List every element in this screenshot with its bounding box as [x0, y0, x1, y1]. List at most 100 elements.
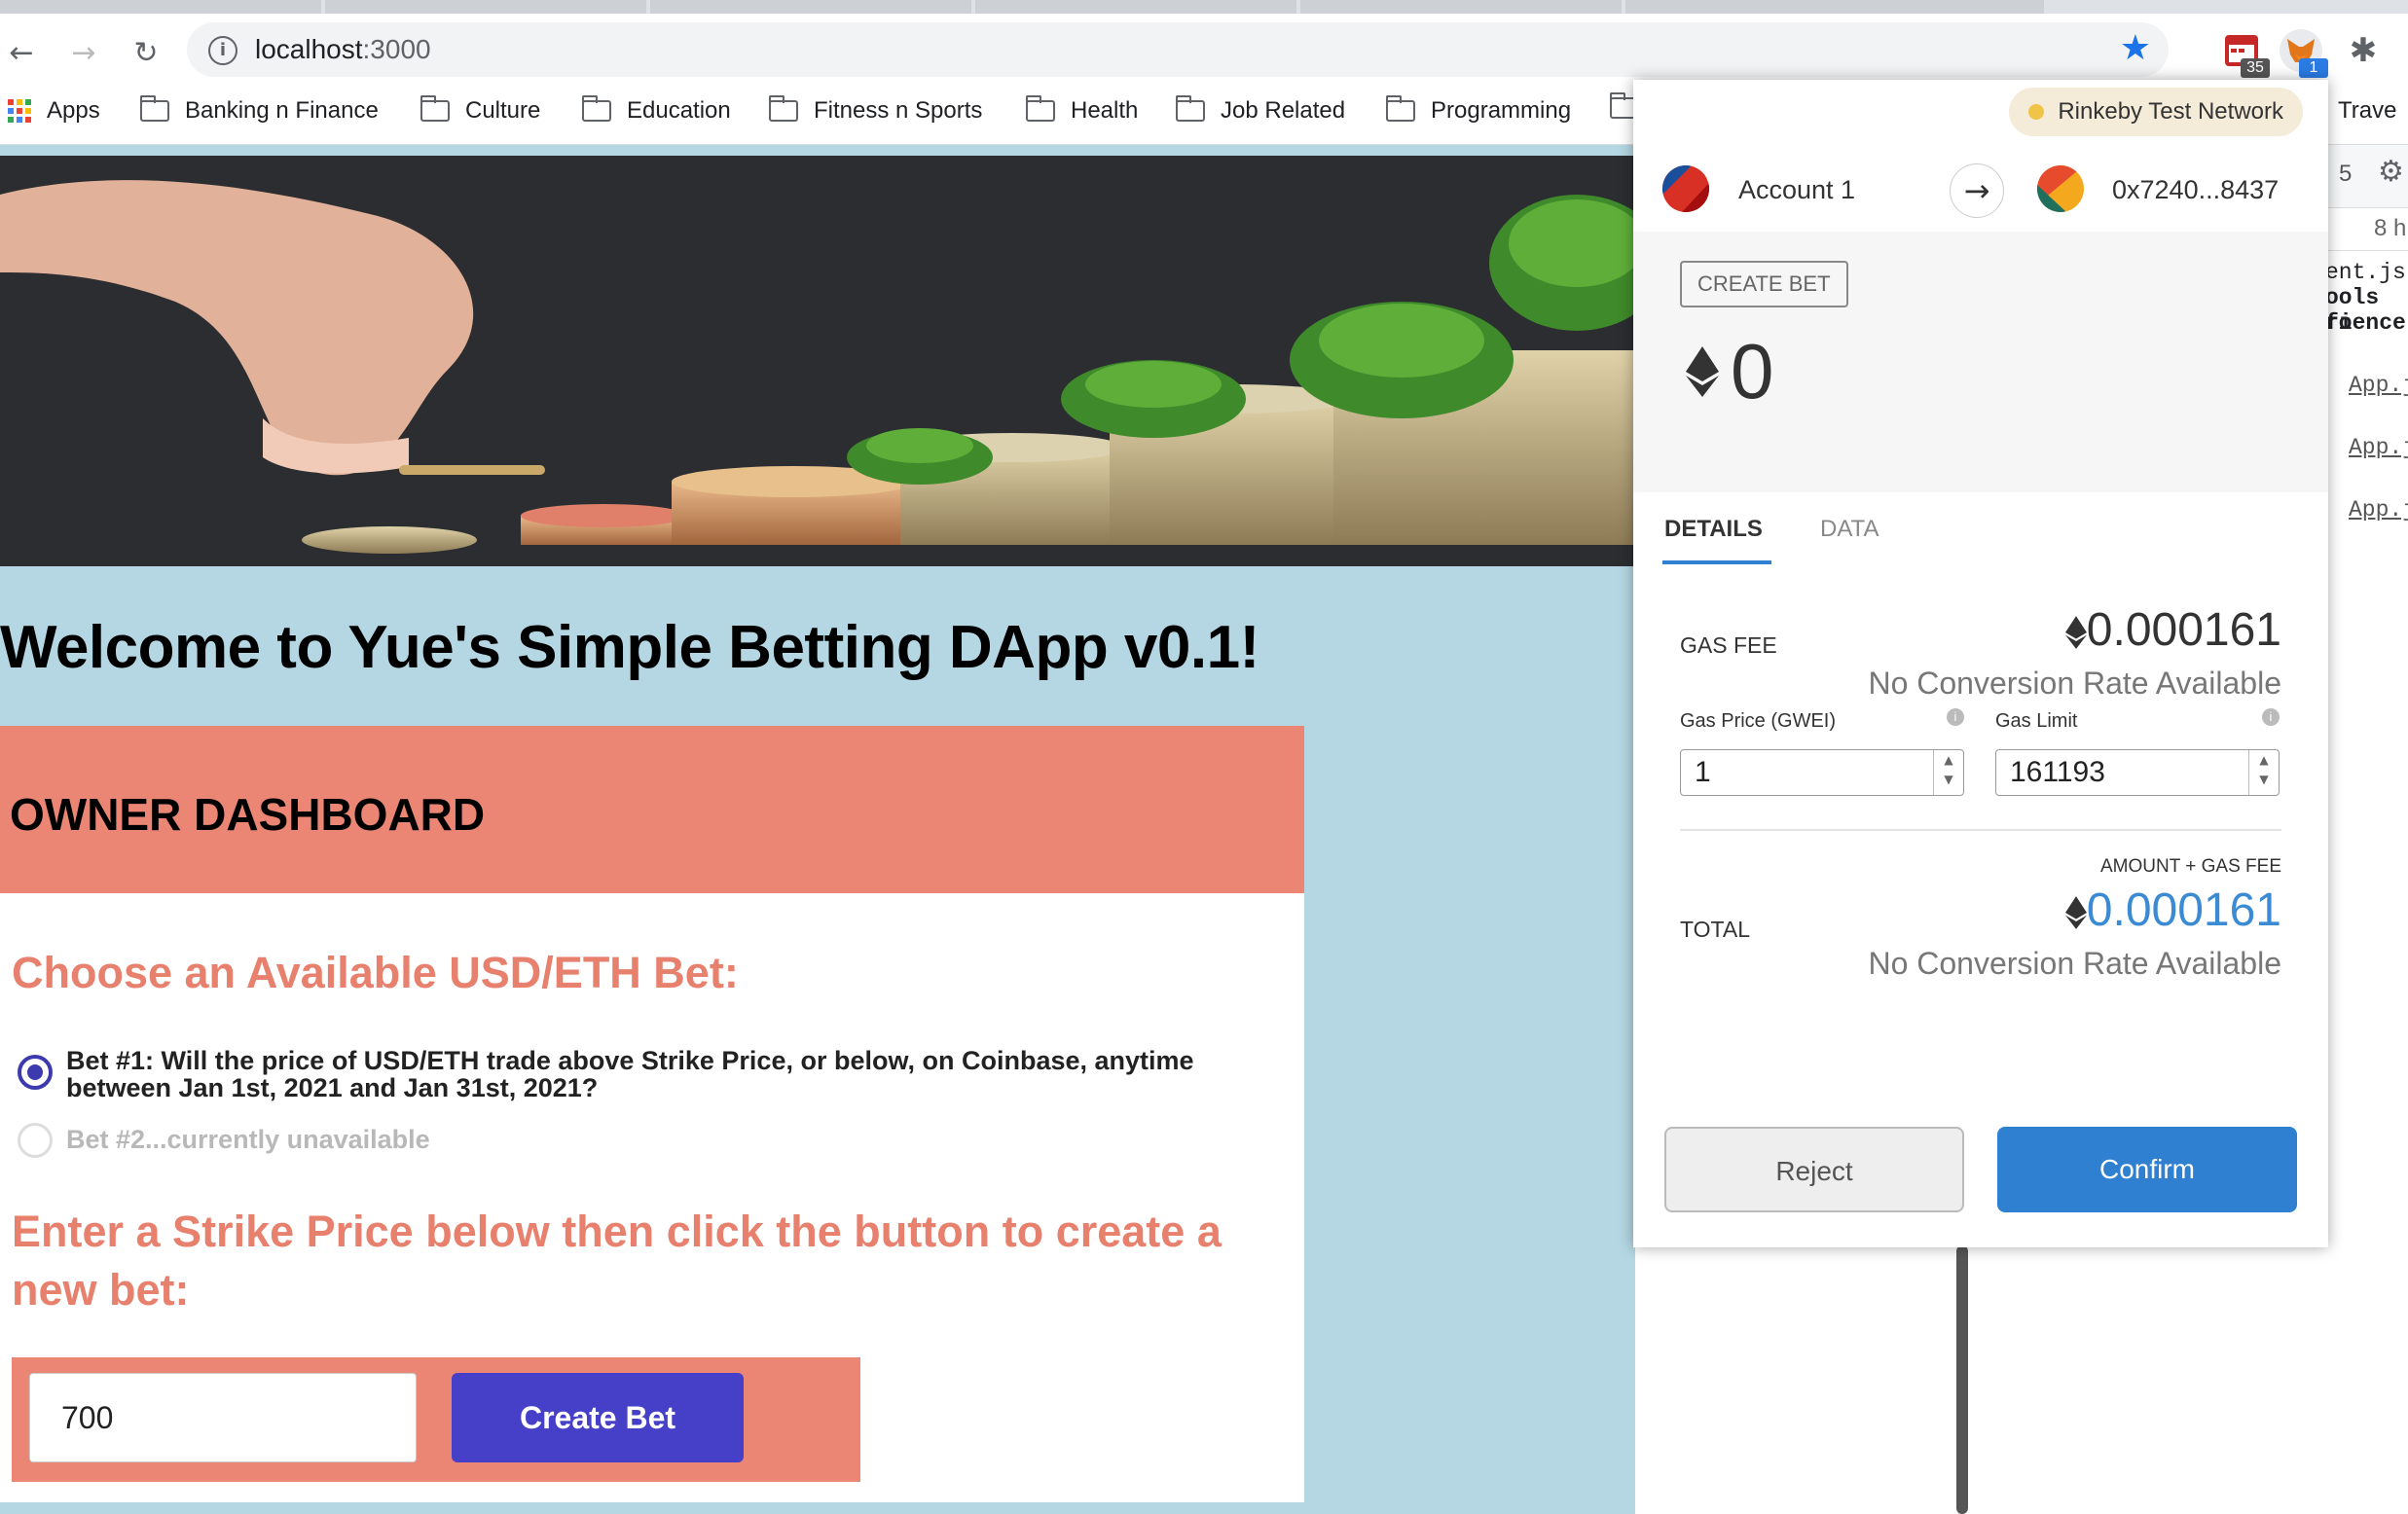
- tab[interactable]: [650, 0, 971, 14]
- console-line: ent.js:: [2325, 260, 2408, 285]
- gas-fee-conversion: No Conversion Rate Available: [1868, 666, 2281, 701]
- bookmark-folder[interactable]: Health: [1026, 95, 1138, 125]
- ethereum-icon: [1686, 346, 1719, 397]
- transaction-summary: CREATE BET 0: [1633, 232, 2328, 492]
- tab-strip: [0, 0, 2408, 14]
- console-source-link[interactable]: App.j: [2349, 497, 2408, 523]
- strike-price-input[interactable]: 700: [29, 1373, 417, 1462]
- from-account[interactable]: Account 1: [1738, 175, 1855, 205]
- info-icon[interactable]: i: [1947, 708, 1964, 726]
- metamask-header: Rinkeby Test Network: [1633, 80, 2328, 146]
- bet1-line: Bet #1: Will the price of USD/ETH trade …: [66, 1046, 1194, 1075]
- method-tag: CREATE BET: [1680, 261, 1848, 307]
- folder-icon: [769, 95, 798, 122]
- network-dot-icon: [2028, 104, 2045, 120]
- reload-icon: ↻: [133, 35, 159, 70]
- info-icon[interactable]: i: [2262, 708, 2280, 726]
- gas-price-value: 1: [1695, 756, 1711, 788]
- bet1-label[interactable]: Bet #1: Will the price of USD/ETH trade …: [66, 1047, 1194, 1101]
- gas-price-input[interactable]: 1 ▲ ▼: [1680, 749, 1964, 796]
- gas-price-label: Gas Price (GWEI): [1680, 710, 1837, 732]
- transaction-amount: 0: [1731, 328, 1774, 415]
- hero-image: [0, 156, 1635, 566]
- stepper-icon[interactable]: ▲ ▼: [2248, 750, 2279, 795]
- bookmark-label: Programming: [1431, 97, 1572, 124]
- to-address[interactable]: 0x7240...8437: [2112, 175, 2279, 205]
- devtools-count: 5: [2339, 161, 2353, 187]
- console-line: rience:: [2325, 310, 2408, 336]
- metamask-popup: Rinkeby Test Network Account 1 → 0x7240.…: [1633, 80, 2328, 1247]
- scrollbar-thumb[interactable]: [1956, 1245, 1968, 1514]
- address-bar[interactable]: i localhost:3000 ★: [187, 22, 2169, 77]
- info-icon[interactable]: i: [208, 36, 237, 65]
- tab[interactable]: [325, 0, 646, 14]
- tab[interactable]: [0, 0, 321, 14]
- network-selector[interactable]: Rinkeby Test Network: [2009, 88, 2303, 136]
- tab[interactable]: [1625, 0, 2044, 14]
- stepper-icon[interactable]: ▲ ▼: [1933, 750, 1963, 795]
- divider: [1680, 829, 2281, 831]
- gas-limit-input[interactable]: 161193 ▲ ▼: [1995, 749, 2280, 796]
- folder-icon: [420, 95, 450, 122]
- bookmark-label: Apps: [47, 97, 100, 124]
- console-source-link[interactable]: App.j: [2349, 373, 2408, 398]
- forward-button[interactable]: →: [64, 33, 103, 72]
- amount-gas-caption: AMOUNT + GAS FEE: [2100, 856, 2281, 877]
- folder-icon: [140, 95, 169, 122]
- bookmark-folder[interactable]: Trave: [2338, 97, 2396, 125]
- total-value: 0.000161: [2064, 883, 2281, 937]
- devtools-time: 8 h: [2374, 215, 2407, 241]
- account-row: Account 1 → 0x7240...8437: [1633, 146, 2328, 233]
- bookmark-label: Job Related: [1221, 97, 1346, 124]
- ethereum-icon: [2064, 896, 2087, 930]
- bookmark-star-icon[interactable]: ★: [2120, 28, 2151, 68]
- bookmark-folder[interactable]: Programming: [1386, 95, 1572, 125]
- bookmark-folder[interactable]: Fitness n Sports: [769, 95, 982, 125]
- reload-button[interactable]: ↻: [127, 33, 165, 72]
- metamask-tabs: DETAILS DATA: [1633, 492, 2328, 565]
- gas-fee-amount: 0.000161: [2086, 604, 2281, 656]
- folder-icon: [1386, 95, 1415, 122]
- folder-icon: [1026, 95, 1055, 122]
- dashboard-title: OWNER DASHBOARD: [10, 789, 486, 840]
- metamask-badge: 1: [2299, 58, 2328, 78]
- page-title: Welcome to Yue's Simple Betting DApp v0.…: [0, 614, 1259, 681]
- tab[interactable]: [1300, 0, 1622, 14]
- ethereum-icon: [2064, 616, 2087, 650]
- arrow-left-icon: ←: [9, 35, 34, 70]
- bookmark-folder[interactable]: Job Related: [1176, 95, 1346, 125]
- gas-fee-label: GAS FEE: [1680, 632, 1777, 658]
- folder-icon: [1176, 95, 1205, 122]
- heading-line: new bet:: [12, 1265, 190, 1315]
- choose-bet-heading: Choose an Available USD/ETH Bet:: [12, 948, 739, 997]
- coins-plants-illustration: [0, 180, 1635, 554]
- calendar-extension[interactable]: 35: [2221, 29, 2270, 78]
- reject-button[interactable]: Reject: [1664, 1127, 1964, 1212]
- bookmark-folder[interactable]: Culture: [420, 95, 540, 125]
- gas-limit-value: 161193: [2010, 756, 2105, 788]
- dashboard-header: OWNER DASHBOARD: [0, 726, 1304, 893]
- apps-grid-icon: [8, 99, 31, 123]
- bookmark-folder[interactable]: Banking n Finance: [140, 95, 379, 125]
- back-button[interactable]: ←: [2, 33, 41, 72]
- total-conversion: No Conversion Rate Available: [1868, 946, 2281, 981]
- bet2-radio[interactable]: [18, 1123, 53, 1158]
- create-bet-row: 700 Create Bet: [12, 1357, 860, 1482]
- console-source-link[interactable]: App.j: [2349, 435, 2408, 460]
- tab[interactable]: [975, 0, 1296, 14]
- total-label: TOTAL: [1680, 917, 1750, 942]
- settings-icon[interactable]: ⚙: [2378, 155, 2404, 189]
- bookmark-apps[interactable]: Apps: [8, 97, 100, 125]
- bookmark-folder[interactable]: Education: [582, 95, 731, 125]
- tab-data[interactable]: DATA: [1820, 516, 1879, 543]
- puzzle-icon[interactable]: ✱: [2342, 29, 2385, 72]
- gas-fee-value: 0.000161: [2064, 603, 2281, 657]
- confirm-button[interactable]: Confirm: [1997, 1127, 2297, 1212]
- metamask-extension[interactable]: 1: [2280, 29, 2328, 78]
- details-panel: GAS FEE 0.000161 No Conversion Rate Avai…: [1633, 564, 2328, 1099]
- gas-limit-label: Gas Limit: [1995, 710, 2078, 732]
- tab-details[interactable]: DETAILS: [1664, 516, 1763, 543]
- account-avatar: [1662, 165, 1709, 212]
- bet1-radio[interactable]: [18, 1055, 53, 1090]
- create-bet-button[interactable]: Create Bet: [452, 1373, 744, 1462]
